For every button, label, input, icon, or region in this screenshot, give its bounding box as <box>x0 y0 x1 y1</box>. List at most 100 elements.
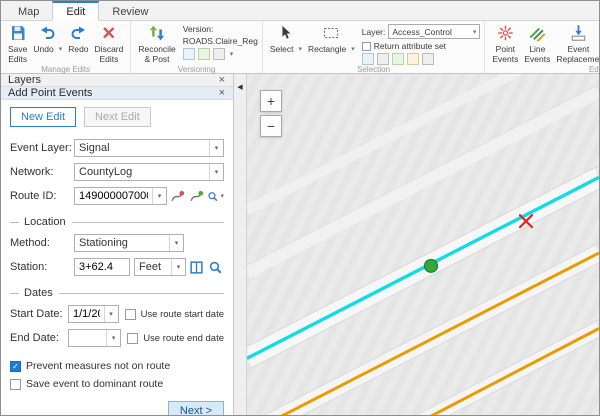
use-route-start-label: Use route start date <box>141 309 224 320</box>
left-panel: Layers × Add Point Events × New Edit Nex… <box>1 74 234 415</box>
clear-selection-icon[interactable] <box>407 53 419 65</box>
layers-pane-header: Layers × <box>1 74 233 87</box>
use-route-start-checkbox[interactable] <box>125 309 136 320</box>
point-events-button[interactable]: Point Events <box>489 23 521 65</box>
chevron-down-icon: ▾ <box>59 46 63 54</box>
dates-section-header: Dates <box>10 287 224 299</box>
use-route-end-checkbox[interactable] <box>127 333 138 344</box>
layer-combo[interactable]: Access_Control ▾ <box>388 24 480 39</box>
map-view[interactable]: + − <box>247 74 599 415</box>
method-label: Method: <box>10 237 74 249</box>
add-point-events-form: New Edit Next Edit Event Layer: Signal ▾… <box>1 100 233 416</box>
route-id-combo[interactable]: ▾ <box>74 187 167 205</box>
version-branch-icon[interactable] <box>198 48 210 60</box>
station-label: Station: <box>10 261 74 273</box>
undo-button[interactable]: Undo▾ <box>30 23 65 56</box>
chevron-down-icon: ▾ <box>171 259 185 275</box>
prevent-measures-checkbox[interactable]: ✓ <box>10 361 21 372</box>
group-versioning: Reconcile & Post Version: ROADS.Claire_R… <box>131 21 262 73</box>
basemap <box>247 74 599 415</box>
map-zoom-control: + − <box>260 90 282 137</box>
zoom-to-selection-icon[interactable] <box>377 53 389 65</box>
event-layer-label: Event Layer: <box>10 142 74 154</box>
reselect-icon[interactable] <box>392 53 404 65</box>
pick-station-icon[interactable] <box>188 259 205 276</box>
chevron-down-icon: ▾ <box>106 330 120 346</box>
app-window: Map Edit Review Save Edits Undo▾ Redo <box>0 0 600 416</box>
network-combo[interactable]: CountyLog ▾ <box>74 163 224 181</box>
tab-review[interactable]: Review <box>99 3 161 20</box>
save-icon <box>9 24 27 45</box>
chevron-down-icon: ▾ <box>152 188 166 204</box>
chevron-down-icon: ▾ <box>104 306 118 322</box>
chevron-down-icon: ▾ <box>169 235 183 251</box>
use-route-end-label: Use route end date <box>143 333 224 344</box>
start-date-input[interactable] <box>69 308 104 320</box>
version-manage-icon[interactable] <box>213 48 225 60</box>
station-input-box[interactable] <box>74 258 130 276</box>
end-date-label: End Date: <box>10 332 68 344</box>
point-event-marker[interactable] <box>425 259 438 272</box>
panel-collapse-strip[interactable]: ◀ <box>234 74 247 415</box>
highlighted-route-line[interactable] <box>247 177 599 358</box>
zoom-in-button[interactable]: + <box>260 90 282 112</box>
method-combo[interactable]: Stationing ▾ <box>74 234 184 252</box>
route-id-input[interactable] <box>75 190 152 202</box>
return-attribute-set-label: Return attribute set <box>374 41 446 51</box>
select-route-icon[interactable] <box>188 188 205 205</box>
network-label: Network: <box>10 166 74 178</box>
route-id-label: Route ID: <box>10 190 74 202</box>
new-edit-button[interactable]: New Edit <box>10 107 76 127</box>
discard-edits-button[interactable]: Discard Edits <box>92 23 127 65</box>
tab-map[interactable]: Map <box>5 3 52 20</box>
tab-edit[interactable]: Edit <box>52 1 99 21</box>
event-replacement-icon <box>569 24 588 45</box>
start-date-label: Start Date: <box>10 308 68 320</box>
chevron-down-icon: ▾ <box>298 46 302 54</box>
check-icon: ✓ <box>12 362 19 371</box>
save-dominant-checkbox[interactable] <box>10 379 21 390</box>
point-events-icon <box>496 24 515 45</box>
station-input[interactable] <box>75 261 129 273</box>
save-edits-button[interactable]: Save Edits <box>5 23 30 65</box>
reconcile-icon <box>147 24 167 45</box>
group-edit-events: Point Events Line Events Event Replaceme… <box>485 21 600 73</box>
end-date-input[interactable] <box>69 332 106 344</box>
next-button[interactable]: Next > <box>168 401 224 416</box>
reconcile-post-button[interactable]: Reconcile & Post <box>135 23 178 65</box>
zoom-to-route-icon[interactable]: ▾ <box>207 188 224 205</box>
return-attribute-set-checkbox[interactable] <box>362 42 371 51</box>
add-point-events-header: Add Point Events × <box>1 87 233 100</box>
start-date-combo[interactable]: ▾ <box>68 305 119 323</box>
chevron-down-icon: ▾ <box>473 28 477 36</box>
group-selection: Select▾ Rectangle▾ Layer: Access_Control… <box>263 21 486 73</box>
layers-pane-title: Layers <box>8 74 41 86</box>
station-units-combo[interactable]: Feet ▾ <box>134 258 186 276</box>
discard-icon <box>100 24 118 45</box>
event-layer-combo[interactable]: Signal ▾ <box>74 139 224 157</box>
next-edit-button[interactable]: Next Edit <box>84 107 151 127</box>
line-events-icon <box>528 24 547 45</box>
zoom-to-station-icon[interactable] <box>207 259 224 276</box>
ribbon: Save Edits Undo▾ Redo Discard Edits Mana… <box>1 21 599 74</box>
zoom-out-button[interactable]: − <box>260 115 282 137</box>
collapse-panel-icon[interactable]: ◀ <box>237 83 242 415</box>
redo-button[interactable]: Redo <box>65 23 91 56</box>
rectangle-tool-button[interactable]: Rectangle▾ <box>305 23 358 56</box>
cursor-icon <box>278 24 294 45</box>
redo-icon <box>70 24 86 45</box>
selection-options-icon[interactable] <box>422 53 434 65</box>
panel-title: Add Point Events <box>8 87 92 99</box>
end-date-combo[interactable]: ▾ <box>68 329 121 347</box>
chevron-down-icon: ▾ <box>209 164 223 180</box>
select-tool-button[interactable]: Select▾ <box>267 23 305 56</box>
version-tool-icon[interactable] <box>183 48 195 60</box>
line-events-button[interactable]: Line Events <box>521 23 553 65</box>
chevron-down-icon[interactable]: ▾ <box>230 50 234 58</box>
close-icon[interactable]: × <box>218 74 226 86</box>
close-icon[interactable]: × <box>218 87 226 99</box>
version-label: Version: <box>183 24 214 34</box>
select-attributes-icon[interactable] <box>362 53 374 65</box>
event-replacement-button[interactable]: Event Replacement <box>553 23 600 65</box>
pick-route-icon[interactable] <box>169 188 186 205</box>
